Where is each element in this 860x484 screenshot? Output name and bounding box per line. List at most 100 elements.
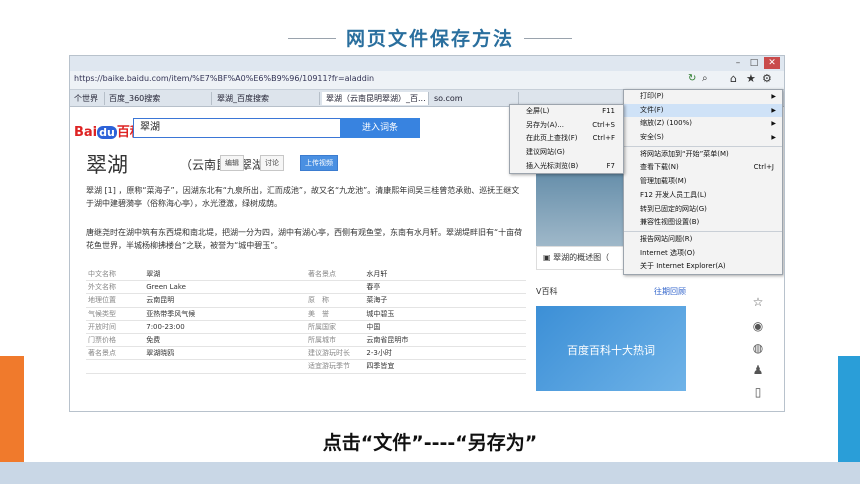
info-value: 水月轩 — [364, 268, 526, 282]
maximize-icon[interactable]: □ — [746, 57, 762, 69]
menu-item-label: 全屏(L) — [526, 107, 550, 115]
info-value: 中国 — [364, 320, 526, 334]
menu-item-shortcut: F7 — [606, 161, 615, 170]
menu-item[interactable]: 安全(S) ▶ — [624, 131, 782, 145]
info-value: 四季皆宜 — [364, 359, 526, 374]
menu-item-label: 将网站添加到“开始”菜单(M) — [640, 149, 729, 158]
upload-video-button[interactable]: 上传视频 — [300, 155, 338, 171]
tab[interactable]: 百度_360搜索 — [105, 92, 212, 105]
menu-item[interactable]: F12 开发人员工具(L) — [624, 189, 782, 203]
home-icon[interactable]: ⌂ — [730, 72, 737, 85]
info-key: 外文名称 — [86, 280, 145, 295]
photo-caption-text: 翠湖的概述图（ — [553, 253, 610, 262]
search-icon[interactable]: ⌕ — [702, 73, 708, 84]
menu-item[interactable]: 建议网站(G) — [510, 146, 623, 160]
menu-item-label: 转到已固定的网站(G) — [640, 204, 707, 213]
discuss-button[interactable]: 讨论 — [260, 155, 284, 171]
menu-item-label: 建议网站(G) — [526, 148, 565, 157]
info-value: 亚热带季风气候 — [144, 307, 307, 321]
menu-item-shortcut: F11 — [602, 107, 615, 115]
weibo-icon[interactable]: ◉ — [750, 318, 766, 334]
info-row: 门票价格 免费 所属城市 云南省昆明市 — [86, 333, 526, 348]
info-key: 著名景点 — [86, 346, 145, 361]
star-icon[interactable]: ☆ — [750, 294, 766, 310]
menu-item[interactable]: Internet 选项(O) — [624, 247, 782, 261]
qq-icon[interactable]: ♟ — [750, 362, 766, 378]
menu-item[interactable]: 转到已固定的网站(G) — [624, 203, 782, 217]
info-key — [306, 280, 365, 295]
menu-item-label: 关于 Internet Explorer(A) — [640, 262, 726, 271]
intro-paragraph: 翠湖 [1] ，原称“菜海子”，因湖东北有“九泉所出，汇而成池”，故又名“九龙池… — [86, 186, 520, 208]
menu-item[interactable]: 全屏(L) F11 — [510, 105, 623, 119]
wechat-icon[interactable]: ◍ — [750, 340, 766, 356]
close-icon[interactable]: ✕ — [764, 57, 780, 69]
info-key: 适宜游玩季节 — [306, 359, 365, 374]
menu-item-label: 缩放(Z) (100%) — [640, 119, 692, 128]
basic-info-table: 中文名称 翠湖 著名景点 水月轩 外文名称 Green Lake 春亭 地理位置 云南昆明原 称… — [86, 268, 526, 374]
info-row: 著名景点 翠湖晓鸥 建议游玩时长 2-3小时 — [86, 346, 526, 361]
mobile-icon[interactable]: ▯ — [750, 384, 766, 400]
search-input[interactable]: 翠湖 — [133, 118, 341, 138]
title-rule-right — [524, 38, 572, 39]
menu-item[interactable]: 将网站添加到“开始”菜单(M) — [624, 148, 782, 162]
url-text[interactable]: https://baike.baidu.com/item/%E7%BF%A0%E… — [74, 74, 374, 83]
menu-item[interactable]: 报告网站问题(R) — [624, 233, 782, 247]
info-key: 气候类型 — [86, 307, 145, 321]
menu-item[interactable]: 关于 Internet Explorer(A) — [624, 260, 782, 274]
menu-item[interactable]: 查看下载(N) Ctrl+J — [624, 161, 782, 175]
info-key: 所属国家 — [306, 320, 365, 334]
minimize-icon[interactable]: – — [730, 57, 746, 69]
info-value — [144, 359, 307, 374]
info-key: 建议游玩时长 — [306, 346, 365, 361]
info-row: 中文名称 翠湖 著名景点 水月轩 — [86, 268, 526, 282]
info-key: 开放时间 — [86, 320, 145, 334]
menu-item[interactable]: 插入光标浏览(B) F7 — [510, 160, 623, 174]
edit-button[interactable]: 编辑 — [220, 155, 244, 171]
menu-item[interactable]: 管理加载项(M) — [624, 175, 782, 189]
info-key: 所属城市 — [306, 333, 365, 348]
submenu-arrow-icon: ▶ — [771, 120, 776, 128]
menu-item-shortcut: Ctrl+F — [592, 134, 615, 143]
info-key: 门票价格 — [86, 333, 145, 348]
menu-item[interactable]: 在此页上查找(F) Ctrl+F — [510, 132, 623, 146]
submenu-arrow-icon: ▶ — [771, 106, 776, 114]
favorites-star-icon[interactable]: ★ — [746, 72, 756, 85]
menu-item-label: F12 开发人员工具(L) — [640, 190, 707, 199]
tab[interactable]: 翠湖_百度搜索 — [213, 92, 320, 105]
menu-item-label: 查看下载(N) — [640, 163, 679, 172]
tab-active[interactable]: 翠湖（云南昆明翠湖）_百... — [322, 92, 429, 105]
address-bar[interactable]: https://baike.baidu.com/item/%E7%BF%A0%E… — [70, 71, 784, 90]
enter-entry-button[interactable]: 进入词条 — [340, 118, 420, 138]
tab[interactable]: so.com — [430, 92, 519, 105]
photo-icon: ▣ — [543, 253, 551, 262]
menu-item-label: 在此页上查找(F) — [526, 134, 578, 143]
info-value: 7:00-23:00 — [144, 320, 307, 334]
info-value: 翠湖 — [144, 268, 307, 282]
info-key: 地理位置 — [86, 293, 145, 308]
menu-item-label: 打印(P) — [640, 92, 664, 100]
info-value: 2-3小时 — [364, 346, 526, 361]
past-review-link[interactable]: 往期回顾 — [654, 286, 686, 297]
menu-item[interactable]: 缩放(Z) (100%) ▶ — [624, 117, 782, 131]
menu-separator — [624, 145, 782, 147]
gear-icon[interactable]: ⚙ — [762, 72, 772, 85]
menu-item[interactable]: 文件(F) ▶ — [624, 103, 782, 118]
menu-item-shortcut: Ctrl+S — [592, 120, 615, 129]
history-paragraph: 唐继尧时在湖中筑有东西堤和南北堤，把湖一分为四，湖中有湖心亭，西侧有观鱼堂，东南… — [86, 228, 523, 250]
info-row: 适宜游玩季节 四季皆宜 — [86, 359, 526, 374]
menu-item[interactable]: 兼容性视图设置(B) — [624, 216, 782, 230]
menu-item[interactable]: 打印(P) ▶ — [624, 90, 782, 104]
info-value: 翠湖晓鸥 — [144, 346, 307, 361]
tools-menu: 打印(P) ▶ 文件(F) ▶ 缩放(Z) (100%) ▶ 安全(S) ▶ 将网站添加到“开始… — [623, 89, 783, 275]
file-submenu: 全屏(L) F11 另存为(A)... Ctrl+S 在此页上查找(F) Ctrl+F 建议… — [509, 104, 624, 175]
info-value: 云南省昆明市 — [364, 333, 526, 348]
menu-item-label: 安全(S) — [640, 133, 664, 142]
refresh-icon[interactable]: ↻ — [688, 73, 696, 84]
tab[interactable]: 个世界 — [70, 92, 105, 105]
info-value: 城中碧玉 — [364, 307, 526, 321]
menu-item[interactable]: 另存为(A)... Ctrl+S — [510, 119, 623, 133]
info-value: Green Lake — [144, 280, 307, 295]
title-rule-left — [288, 38, 336, 39]
menu-item-label: 管理加载项(M) — [640, 177, 687, 186]
hot-words-banner[interactable]: 百度百科十大热词 — [536, 306, 686, 391]
